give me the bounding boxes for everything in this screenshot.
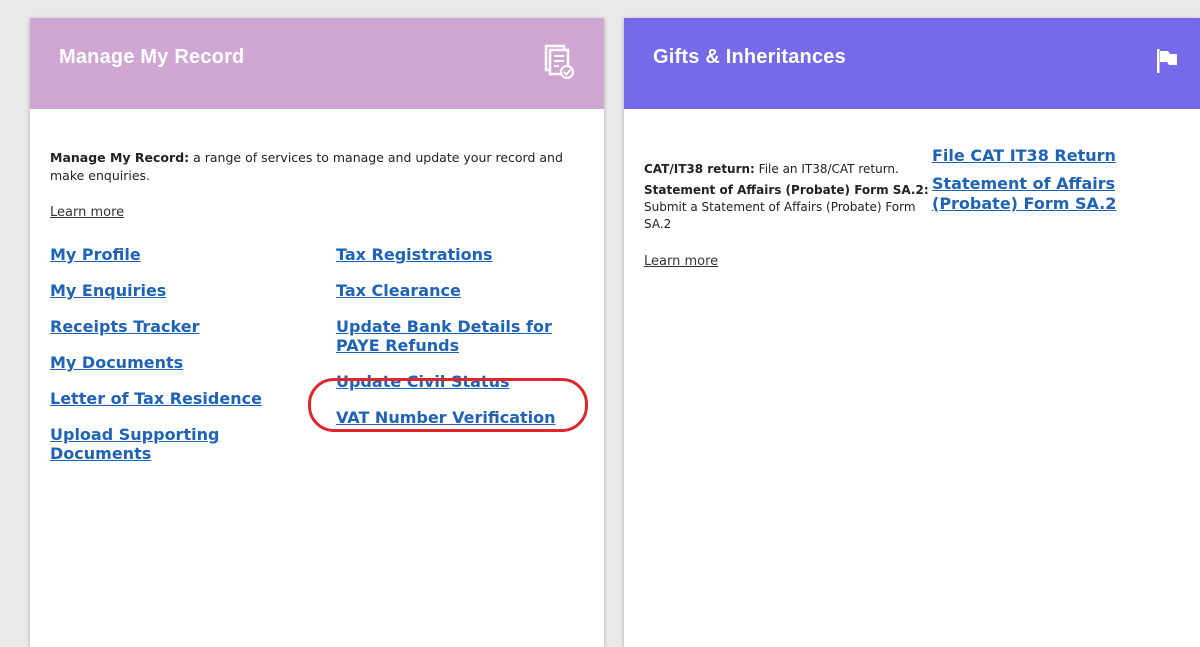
cat-return-text: File an IT38/CAT return. bbox=[754, 162, 899, 176]
tax-clearance-link[interactable]: Tax Clearance bbox=[336, 281, 461, 300]
manage-my-record-card: Manage My Record Manage My Record: a ran… bbox=[30, 18, 604, 647]
file-cat-it38-return-link[interactable]: File CAT IT38 Return bbox=[932, 146, 1116, 166]
page: Manage My Record Manage My Record: a ran… bbox=[0, 0, 1200, 647]
flag-icon bbox=[1156, 48, 1178, 79]
highlight-annotation-ring bbox=[308, 378, 588, 432]
letter-of-tax-residence-link[interactable]: Letter of Tax Residence bbox=[50, 389, 262, 408]
manage-card-header: Manage My Record bbox=[30, 18, 604, 109]
gifts-inheritances-card: Gifts & Inheritances CAT/IT38 return: Fi… bbox=[624, 18, 1200, 647]
document-check-icon bbox=[544, 44, 574, 85]
gifts-links: File CAT IT38 Return Statement of Affair… bbox=[932, 146, 1197, 214]
tax-registrations-link[interactable]: Tax Registrations bbox=[336, 245, 493, 264]
update-bank-details-link[interactable]: Update Bank Details for PAYE Refunds bbox=[336, 317, 596, 355]
gifts-description: CAT/IT38 return: File an IT38/CAT return… bbox=[644, 161, 934, 237]
my-enquiries-link[interactable]: My Enquiries bbox=[50, 281, 166, 300]
upload-supporting-documents-link[interactable]: Upload Supporting Documents bbox=[50, 425, 230, 463]
statement-affairs-label: Statement of Affairs (Probate) Form SA.2… bbox=[644, 183, 929, 197]
manage-description: Manage My Record: a range of services to… bbox=[50, 149, 580, 185]
my-profile-link[interactable]: My Profile bbox=[50, 245, 141, 264]
my-documents-link[interactable]: My Documents bbox=[50, 353, 183, 372]
statement-affairs-text: Submit a Statement of Affairs (Probate) … bbox=[644, 200, 916, 231]
receipts-tracker-link[interactable]: Receipts Tracker bbox=[50, 317, 199, 336]
gifts-card-header: Gifts & Inheritances bbox=[624, 18, 1200, 109]
gifts-card-title: Gifts & Inheritances bbox=[653, 46, 846, 68]
statement-of-affairs-link[interactable]: Statement of Affairs (Probate) Form SA.2 bbox=[932, 174, 1197, 214]
cat-return-label: CAT/IT38 return: bbox=[644, 162, 755, 176]
manage-description-label: Manage My Record: bbox=[50, 150, 190, 165]
gifts-learn-more-link[interactable]: Learn more bbox=[644, 254, 718, 269]
manage-learn-more-link[interactable]: Learn more bbox=[50, 205, 124, 220]
manage-card-title: Manage My Record bbox=[59, 46, 245, 68]
manage-links-left: My Profile My Enquiries Receipts Tracker… bbox=[50, 245, 290, 464]
